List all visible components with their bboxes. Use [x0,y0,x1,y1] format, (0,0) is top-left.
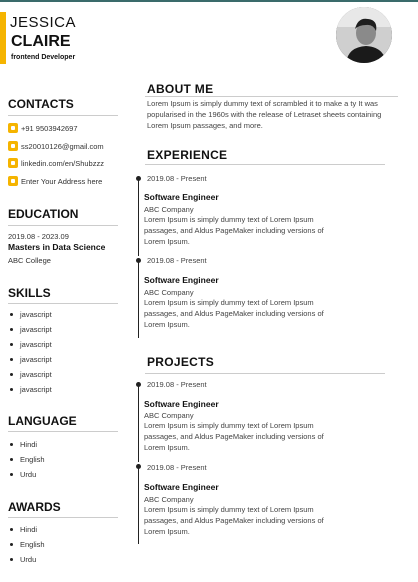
about-title: ABOUT ME [147,82,214,96]
experience-divider [145,164,385,165]
projects-timeline [138,386,139,462]
language-item: English [10,455,45,464]
linkedin-icon [8,158,18,168]
project-date: 2019.08 - Present [147,380,207,389]
education-school: ABC College [8,256,51,265]
avatar [336,7,392,63]
about-divider [145,96,398,97]
projects-divider [145,373,385,374]
experience-title: EXPERIENCE [147,148,228,162]
experience-timeline [138,180,139,256]
awards-divider [8,517,118,518]
experience-job-title: Software Engineer [144,192,219,202]
contact-email-text: ss20010126@gmail.com [21,141,104,151]
experience-date: 2019.08 - Present [147,174,207,183]
experience-company: ABC Company [144,205,194,214]
accent-bar [0,12,6,64]
job-role: frontend Developer [11,54,76,61]
experience-description: Lorem Ipsum is simply dummy text of Lore… [144,215,324,246]
language-title: LANGUAGE [8,414,77,428]
experience-description: Lorem Ipsum is simply dummy text of Lore… [144,298,324,329]
phone-icon [8,123,18,133]
education-degree: Masters in Data Science [8,242,106,252]
award-item: Urdu [10,555,36,564]
experience-company: ABC Company [144,288,194,297]
skills-title: SKILLS [8,286,51,300]
contacts-title: CONTACTS [8,97,74,111]
project-title: Software Engineer [144,399,219,409]
skill-item: javascript [10,310,52,319]
resume-header: JESSICA CLAIRE frontend Developer [0,2,418,66]
project-company: ABC Company [144,411,194,420]
contact-email[interactable]: ss20010126@gmail.com [8,141,104,151]
timeline-dot [136,176,141,181]
last-name: CLAIRE [11,33,71,50]
email-icon [8,141,18,151]
projects-timeline [138,468,139,544]
timeline-dot [136,464,141,469]
skill-item: javascript [10,325,52,334]
first-name: JESSICA [10,14,77,31]
skill-item: javascript [10,385,52,394]
award-item: Hindi [10,525,37,534]
contact-linkedin[interactable]: linkedin.com/en/Shubzzz [8,158,104,168]
language-item: Hindi [10,440,37,449]
timeline-dot [136,382,141,387]
award-item: English [10,540,45,549]
timeline-dot [136,258,141,263]
experience-job-title: Software Engineer [144,275,219,285]
contact-address-text: Enter Your Address here [21,176,103,186]
contact-phone[interactable]: +91 9503942697 [8,123,78,133]
contacts-divider [8,115,118,116]
skill-item: javascript [10,370,52,379]
skill-item: javascript [10,355,52,364]
education-title: EDUCATION [8,207,79,221]
project-company: ABC Company [144,495,194,504]
contact-phone-text: +91 9503942697 [21,123,78,133]
awards-title: AWARDS [8,500,61,514]
experience-timeline [138,262,139,338]
education-divider [8,225,118,226]
contact-address[interactable]: Enter Your Address here [8,176,102,186]
projects-title: PROJECTS [147,355,215,369]
location-icon [8,176,18,186]
skill-item: javascript [10,340,52,349]
language-divider [8,431,118,432]
project-description: Lorem Ipsum is simply dummy text of Lore… [144,421,324,452]
contact-linkedin-text: linkedin.com/en/Shubzzz [21,158,104,168]
project-description: Lorem Ipsum is simply dummy text of Lore… [144,505,324,536]
project-title: Software Engineer [144,482,219,492]
project-date: 2019.08 - Present [147,463,207,472]
experience-date: 2019.08 - Present [147,256,207,265]
education-dates: 2019.08 - 2023.09 [8,232,69,241]
skills-divider [8,303,118,304]
about-text: Lorem Ipsum is simply dummy text of scra… [147,99,382,130]
language-item: Urdu [10,470,36,479]
